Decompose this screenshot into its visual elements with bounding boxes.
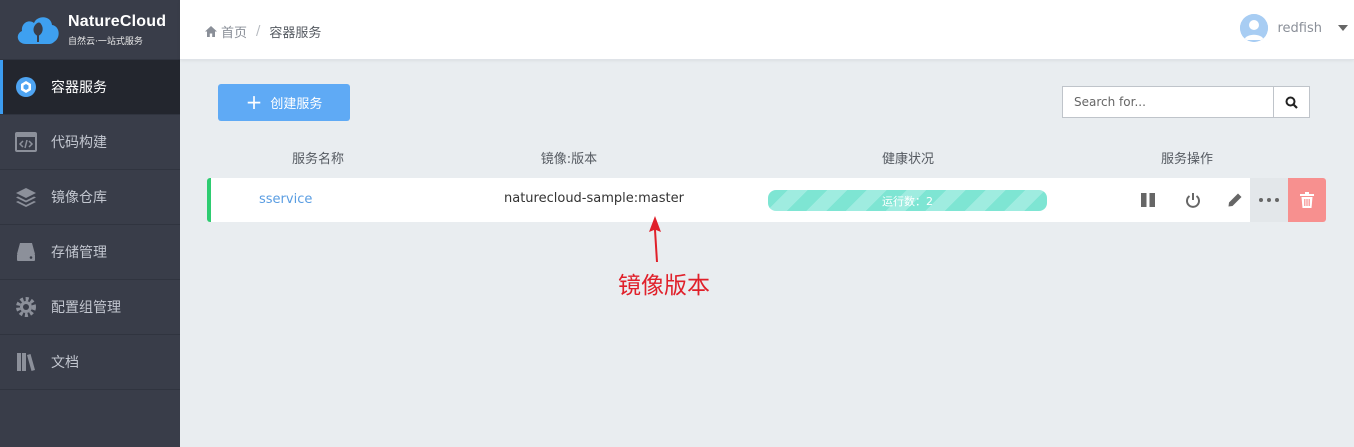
column-header-operations: 服务操作 (1160, 152, 1214, 167)
storage-icon (14, 240, 38, 264)
gear-icon (14, 295, 38, 319)
breadcrumb-home[interactable]: 首页 (221, 22, 247, 41)
column-header-health: 健康状况 (881, 152, 935, 167)
logo-title: NatureCloud (68, 12, 167, 30)
sidebar-item-label: 文档 (51, 355, 79, 371)
cloud-logo-icon (17, 16, 59, 44)
search-button[interactable] (1273, 87, 1309, 117)
layers-icon (14, 185, 38, 209)
container-icon (14, 75, 38, 99)
power-button[interactable] (1181, 188, 1205, 212)
breadcrumb: 首页 / 容器服务 (205, 22, 321, 41)
edit-button[interactable] (1223, 188, 1247, 212)
annotation-label: 镜像版本 (618, 273, 710, 299)
sidebar-item-code-build[interactable]: 代码构建 (0, 115, 180, 170)
sidebar-item-config-groups[interactable]: 配置组管理 (0, 280, 180, 335)
annotation-arrow (649, 216, 661, 262)
delete-button[interactable] (1288, 178, 1326, 222)
logo[interactable]: NatureCloud 自然云·一站式服务 (0, 0, 180, 60)
logo-subtitle: 自然云·一站式服务 (68, 36, 143, 47)
search-box (1062, 86, 1310, 118)
sidebar-item-label: 代码构建 (51, 135, 107, 151)
pause-button[interactable] (1136, 188, 1160, 212)
ellipsis-icon (1259, 198, 1279, 202)
health-status-text: 运行数：2 (882, 194, 933, 208)
top-header: 首页 / 容器服务 redfish (180, 0, 1354, 60)
more-options-button[interactable] (1250, 178, 1288, 222)
sidebar-item-label: 配置组管理 (51, 300, 121, 316)
column-header-image-version: 镜像:版本 (540, 152, 598, 167)
avatar (1240, 14, 1269, 42)
books-icon (14, 350, 38, 374)
sidebar-item-label: 存储管理 (51, 245, 107, 261)
breadcrumb-separator: / (256, 24, 261, 39)
pause-icon (1141, 193, 1155, 207)
sidebar-item-label: 镜像仓库 (51, 190, 107, 206)
search-input[interactable] (1063, 87, 1273, 117)
sidebar-item-label: 容器服务 (51, 80, 107, 96)
breadcrumb-current: 容器服务 (269, 26, 322, 41)
code-icon (14, 130, 38, 154)
create-service-label: 创建服务 (270, 97, 323, 112)
trash-icon (1300, 192, 1314, 208)
sidebar-item-docs[interactable]: 文档 (0, 335, 180, 390)
pencil-icon (1228, 193, 1242, 207)
user-name: redfish (1277, 20, 1322, 36)
table-row: sservice naturecloud-sample:master 运行数：2 (207, 178, 1250, 222)
health-status-bar: 运行数：2 (768, 190, 1047, 211)
user-menu[interactable]: redfish (1240, 14, 1348, 42)
sidebar: NatureCloud 自然云·一站式服务 容器服务 代码构建 镜像仓库 存储管… (0, 0, 180, 447)
search-icon (1285, 96, 1298, 109)
power-icon (1186, 193, 1200, 208)
sidebar-item-image-registry[interactable]: 镜像仓库 (0, 170, 180, 225)
column-header-service-name: 服务名称 (291, 152, 345, 167)
service-image-version: naturecloud-sample:master (504, 191, 684, 206)
home-icon (205, 26, 217, 37)
chevron-down-icon (1338, 25, 1348, 31)
service-name-link[interactable]: sservice (259, 192, 312, 207)
sidebar-item-containers[interactable]: 容器服务 (0, 60, 180, 115)
sidebar-item-storage[interactable]: 存储管理 (0, 225, 180, 280)
plus-icon: + (245, 89, 263, 114)
create-service-button[interactable]: + 创建服务 (218, 84, 350, 121)
